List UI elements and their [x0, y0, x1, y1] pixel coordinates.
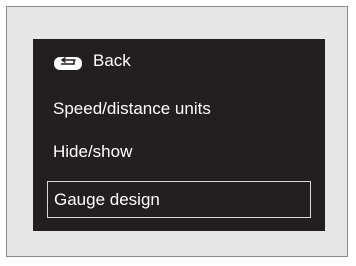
menu-screen: Back Speed/distance units Hide/show Gaug… — [33, 39, 325, 231]
menu-item-label: Speed/distance units — [53, 99, 211, 118]
back-label: Back — [93, 51, 131, 70]
back-button[interactable]: Back — [47, 49, 309, 73]
menu-item-label: Gauge design — [54, 190, 160, 209]
menu-item-hide-show[interactable]: Hide/show — [47, 137, 309, 167]
menu-item-label: Hide/show — [53, 142, 133, 161]
menu-item-speed-distance-units[interactable]: Speed/distance units — [47, 94, 309, 124]
menu-item-gauge-design-selected[interactable]: Gauge design — [47, 181, 311, 218]
return-arrow-icon — [53, 54, 83, 70]
display-frame: Back Speed/distance units Hide/show Gaug… — [6, 6, 348, 257]
